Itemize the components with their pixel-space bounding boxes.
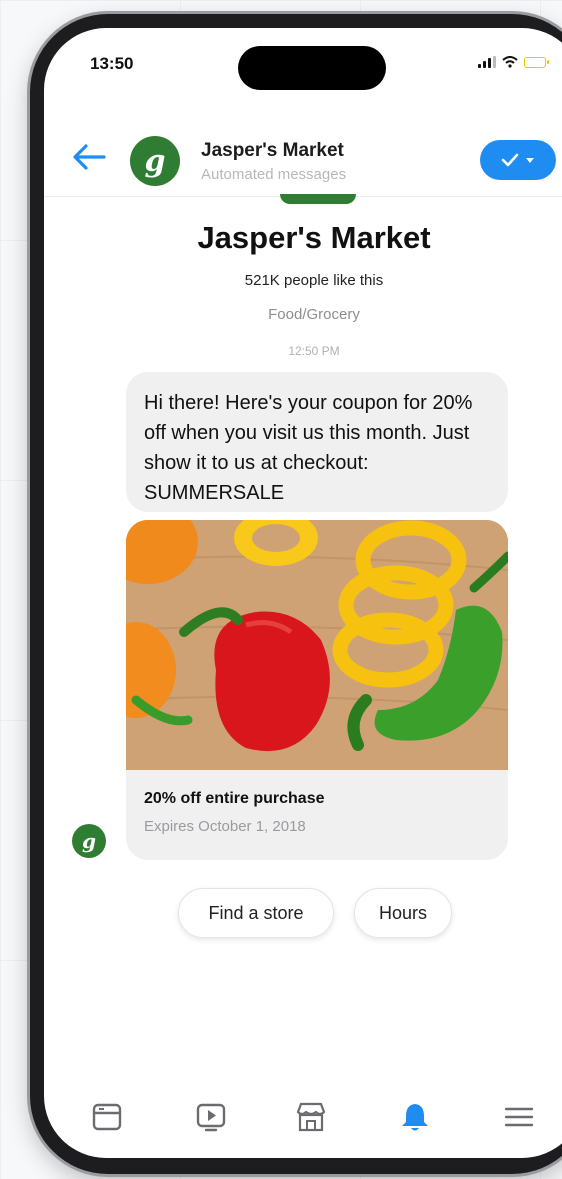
message-bubble: Hi there! Here's your coupon for 20% off… <box>126 372 508 512</box>
wifi-icon <box>502 56 518 68</box>
coupon-expiry: Expires October 1, 2018 <box>144 818 306 835</box>
subscribe-toggle-button[interactable] <box>480 140 556 180</box>
message-timestamp: 12:50 PM <box>288 344 340 358</box>
avatar-letter: g <box>144 143 166 179</box>
feed-icon[interactable] <box>90 1100 124 1134</box>
dynamic-island <box>238 46 386 90</box>
status-icons <box>478 56 549 68</box>
sender-avatar: g <box>72 824 106 858</box>
page-category: Food/Grocery <box>268 306 360 323</box>
header-subtitle: Automated messages <box>201 166 347 183</box>
quick-reply-hours[interactable]: Hours <box>354 888 452 938</box>
coupon-card[interactable]: 20% off entire purchase Expires October … <box>126 520 508 860</box>
page-likes: 521K people like this <box>244 272 384 289</box>
page-title: Jasper's Market <box>197 220 431 255</box>
video-icon[interactable] <box>194 1100 228 1134</box>
coupon-title: 20% off entire purchase <box>144 790 325 807</box>
avatar-letter: g <box>82 829 96 853</box>
status-time: 13:50 <box>90 54 134 73</box>
profile-logo <box>280 194 356 204</box>
chevron-down-icon <box>526 157 534 163</box>
marketplace-icon[interactable] <box>294 1100 328 1134</box>
header-page-name[interactable]: Jasper's Market <box>201 140 344 162</box>
peppers-photo <box>126 520 508 770</box>
page-avatar[interactable]: g <box>130 136 180 186</box>
back-arrow-icon[interactable] <box>72 144 106 170</box>
check-icon <box>501 153 519 167</box>
quick-reply-find-store[interactable]: Find a store <box>178 888 334 938</box>
signal-icon <box>478 56 496 68</box>
bottom-tab-bar <box>44 1088 562 1148</box>
battery-icon <box>524 56 549 68</box>
bell-icon[interactable] <box>398 1100 432 1134</box>
menu-icon[interactable] <box>502 1100 536 1134</box>
phone-screen: 13:50 g Jasper's Market Automated messag… <box>44 28 562 1158</box>
conversation-header: g Jasper's Market Automated messages <box>44 114 562 197</box>
